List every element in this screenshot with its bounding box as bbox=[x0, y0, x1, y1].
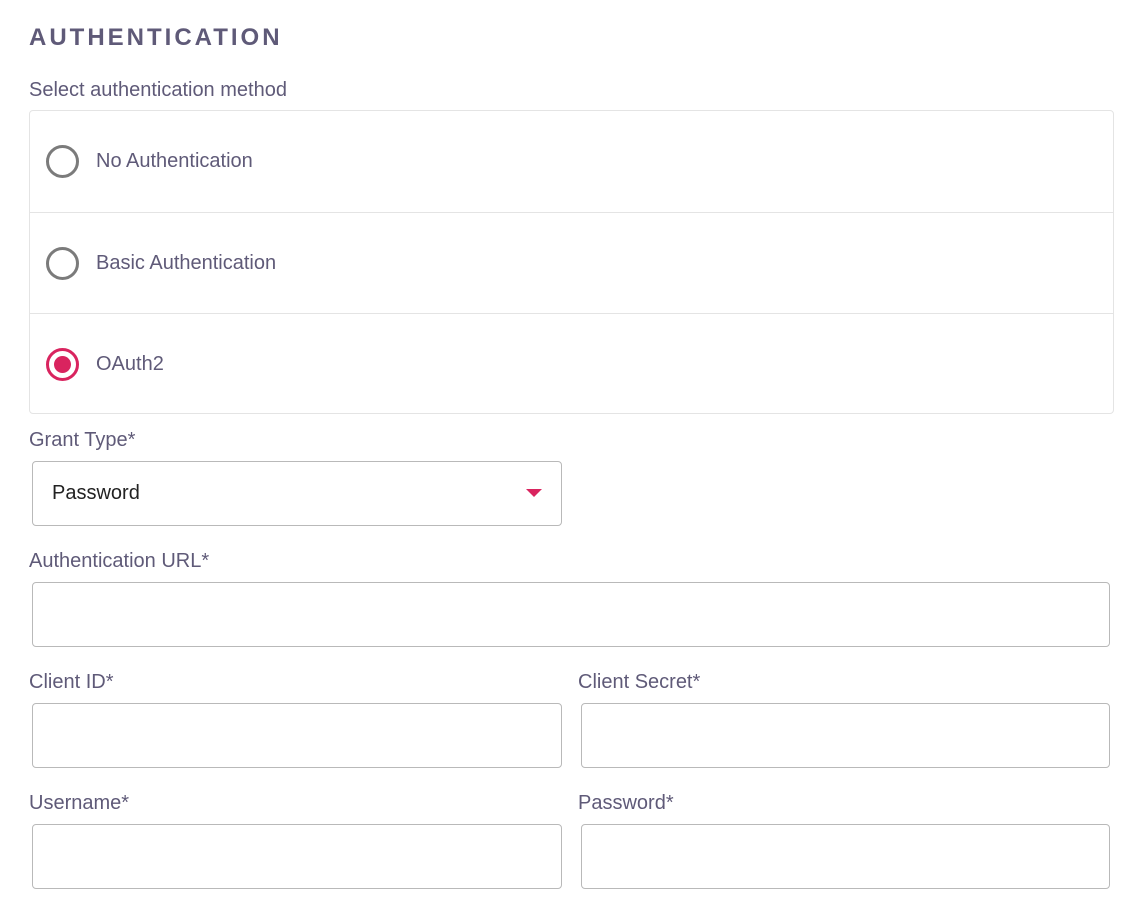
section-title: AUTHENTICATION bbox=[29, 24, 283, 51]
grant-type-label: Grant Type* bbox=[29, 429, 136, 451]
radio-option-basic-auth[interactable]: Basic Authentication bbox=[30, 212, 1113, 313]
client-id-label: Client ID* bbox=[29, 671, 114, 693]
radio-unselected-icon[interactable] bbox=[46, 246, 79, 280]
auth-url-label: Authentication URL* bbox=[29, 550, 210, 572]
auth-url-input[interactable] bbox=[32, 582, 1110, 647]
client-secret-input[interactable] bbox=[581, 703, 1110, 768]
client-secret-label: Client Secret* bbox=[578, 671, 701, 693]
password-input[interactable] bbox=[581, 824, 1110, 889]
radio-option-oauth2[interactable]: OAuth2 bbox=[30, 313, 1113, 414]
grant-type-value: Password bbox=[52, 482, 140, 504]
auth-method-radio-group: No Authentication Basic Authentication O… bbox=[29, 110, 1114, 414]
radio-selected-icon[interactable] bbox=[46, 347, 79, 381]
username-input[interactable] bbox=[32, 824, 562, 889]
auth-method-label: Select authentication method bbox=[29, 79, 287, 101]
username-label: Username* bbox=[29, 792, 130, 814]
grant-type-select[interactable]: Password bbox=[32, 461, 562, 526]
authentication-form: AUTHENTICATION Select authentication met… bbox=[0, 0, 1132, 912]
radio-option-no-auth[interactable]: No Authentication bbox=[30, 111, 1113, 212]
chevron-down-icon[interactable] bbox=[526, 489, 542, 497]
radio-unselected-icon[interactable] bbox=[46, 145, 79, 178]
password-label: Password* bbox=[578, 792, 674, 814]
radio-label-basic-auth: Basic Authentication bbox=[96, 251, 277, 274]
radio-label-oauth2: OAuth2 bbox=[96, 352, 164, 375]
radio-label-no-auth: No Authentication bbox=[96, 150, 253, 172]
client-id-input[interactable] bbox=[32, 703, 562, 768]
radio-dot bbox=[54, 355, 71, 373]
